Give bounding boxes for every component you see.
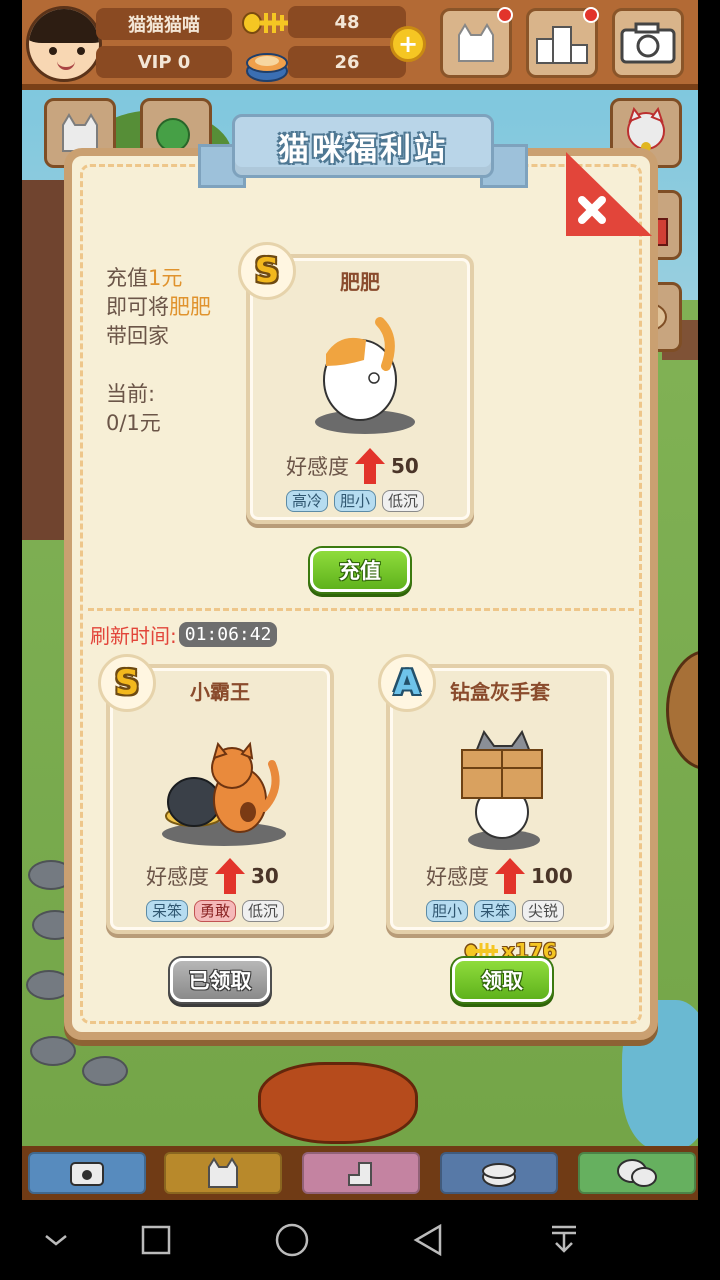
square-icon [141, 1225, 171, 1255]
tag: 低沉 [382, 490, 425, 512]
tag: 高冷 [286, 490, 329, 512]
vip-level[interactable]: VIP 0 [96, 46, 232, 78]
cat-food-count: 26 [288, 46, 406, 78]
progress-label: 当前: [106, 382, 156, 406]
affinity-row: 好感度 30 [146, 858, 279, 894]
circle-icon [275, 1223, 309, 1257]
tag: 胆小 [426, 900, 469, 922]
cat-portrait [162, 741, 286, 846]
promo-description: 充值1元 即可将肥肥 带回家 当前: 0/1元 [106, 264, 246, 438]
tag: 胆小 [334, 490, 377, 512]
grade-badge: A [378, 654, 436, 712]
pull-down-icon [552, 1225, 576, 1253]
modal-title-banner: 猫咪福利站 [198, 104, 528, 188]
personality-tags: 呆笨 勇敢 低沉 [146, 900, 285, 922]
plus-icon: + [397, 30, 419, 58]
collapse-button[interactable] [32, 1216, 80, 1264]
add-currency-button[interactable]: + [390, 26, 426, 62]
tag: 呆笨 [474, 900, 517, 922]
refresh-timer: 刷新时间: 01:06:42 [90, 620, 278, 649]
close-icon [566, 152, 652, 236]
personality-tags: 高冷 胆小 低沉 [286, 490, 425, 512]
player-avatar[interactable] [26, 6, 102, 82]
tag: 低沉 [242, 900, 285, 922]
tag: 呆笨 [146, 900, 189, 922]
fishbone-icon [242, 2, 292, 44]
affinity-row: 好感度 100 [426, 858, 573, 894]
personality-tags: 胆小 呆笨 尖锐 [426, 900, 565, 922]
cat-icon [458, 23, 494, 62]
notification-dot [497, 7, 513, 23]
grade-badge: S [238, 242, 296, 300]
cat-menu-button[interactable] [440, 7, 513, 78]
section-divider [88, 608, 634, 611]
red-up-arrow-icon [495, 858, 525, 894]
red-up-arrow-icon [215, 858, 245, 894]
camera-button[interactable] [612, 8, 684, 78]
player-name: 猫猫猫喵 [96, 8, 232, 40]
tag: 勇敢 [194, 900, 237, 922]
claim-button[interactable]: 领取 [452, 958, 552, 1002]
cat-food-can-icon [242, 42, 292, 84]
cat-portrait [315, 317, 415, 434]
claimed-button[interactable]: 已领取 [170, 958, 270, 1002]
system-nav-bar [0, 1200, 720, 1280]
progress-value: 0/1元 [106, 411, 161, 435]
modal-title: 猫咪福利站 [278, 132, 448, 168]
tag: 尖锐 [522, 900, 565, 922]
back-button[interactable] [404, 1216, 452, 1264]
red-up-arrow-icon [355, 448, 385, 484]
grade-badge: S [98, 654, 156, 712]
home-button[interactable] [268, 1216, 316, 1264]
notification-dot [583, 7, 599, 23]
affinity-row: 好感度 50 [286, 448, 419, 484]
close-button[interactable] [562, 150, 654, 242]
podium-icon [536, 26, 588, 64]
recents-button[interactable] [132, 1216, 180, 1264]
notification-pull-button[interactable] [540, 1216, 588, 1264]
ranking-button[interactable] [526, 7, 599, 78]
top-bar: 猫猫猫喵 VIP 0 48 26 + [22, 0, 698, 90]
chevron-down-icon [45, 1235, 67, 1246]
triangle-back-icon [413, 1223, 442, 1257]
refresh-countdown: 01:06:42 [178, 622, 278, 647]
camera-icon [620, 22, 676, 64]
fishbone-count: 48 [288, 6, 406, 38]
recharge-button[interactable]: 充值 [310, 548, 410, 592]
